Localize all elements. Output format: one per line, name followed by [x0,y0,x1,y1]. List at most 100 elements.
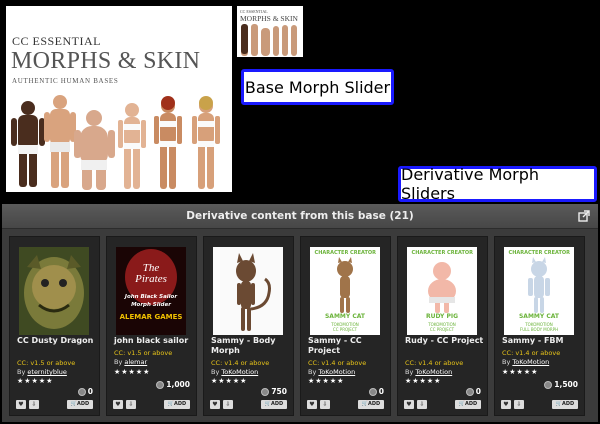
product-card[interactable]: The Pirates John Black Sailor Morph Slid… [106,236,197,416]
author-line: By ToKoMotion [405,368,452,376]
add-label: ADD [174,401,187,407]
human-bases-illustration [11,95,220,190]
product-title[interactable]: Sammy - FBM [502,336,582,346]
product-image[interactable]: CHARACTER CREATOR SAMMY CAT TOKOMOTION C… [310,247,380,335]
author-line: By eternityblue [17,368,67,376]
panel-title: Derivative content from this base (21) [186,210,414,222]
rating-stars: ★★★★★ [308,377,345,385]
panel-header: Derivative content from this base (21) [2,204,598,229]
price-value: 750 [271,387,287,396]
wishlist-heart-icon[interactable]: ♥ [113,400,123,409]
coin-icon [77,387,86,396]
author-link[interactable]: ToKoMotion [415,368,452,376]
product-cover-image[interactable]: CC ESSENTIAL MORPHS & SKIN AUTHENTIC HUM… [6,6,232,192]
compatibility-label: CC: v1.4 or above [211,359,270,367]
rating-stars: ★★★★★ [211,377,248,385]
art-name: RUDY PIG [425,313,459,320]
product-image[interactable]: CHARACTER CREATOR SAMMY CAT TOKOMOTION F… [504,247,574,335]
author-line: By ToKoMotion [211,368,258,376]
product-title[interactable]: Sammy - CC Project [308,336,388,356]
art-sub2: FULL BODY MORPH [519,327,559,332]
product-card[interactable]: Sammy - Body Morph CC: v1.4 or above By … [203,236,294,416]
coin-icon [465,387,474,396]
price: 1,000 [156,380,190,389]
compatibility-label: CC: v1.5 or above [114,349,173,357]
coin-icon [261,387,270,396]
product-title[interactable]: Rudy - CC Project [405,336,485,346]
card-actions: ♥ ⇩ 🛒ADD [113,400,190,409]
compatibility-label: CC: v1.4 or above [308,359,367,367]
wishlist-heart-icon[interactable]: ♥ [307,400,317,409]
product-title[interactable]: CC Dusty Dragon [17,336,97,346]
product-image[interactable] [213,247,283,335]
compatibility-label: CC: v1.4 or above [405,359,464,367]
author-link[interactable]: eternityblue [27,368,66,376]
price-value: 1,000 [166,380,190,389]
by-label: By [114,358,123,366]
coin-icon [544,380,553,389]
download-icon[interactable]: ⇩ [417,400,427,409]
add-to-cart-button[interactable]: 🛒ADD [164,400,190,409]
card-actions: ♥ ⇩ 🛒ADD [307,400,384,409]
art-brand: CHARACTER CREATOR [411,250,473,256]
card-actions: ♥ ⇩ 🛒ADD [501,400,578,409]
card-actions: ♥ ⇩ 🛒ADD [404,400,481,409]
download-icon[interactable]: ⇩ [514,400,524,409]
derivative-content-panel: Derivative content from this base (21) C… [2,204,598,422]
price-value: 1,500 [554,380,578,389]
product-image[interactable]: CHARACTER CREATOR RUDY PIG TOKOMOTION CC… [407,247,477,335]
add-to-cart-button[interactable]: 🛒ADD [552,400,578,409]
add-label: ADD [77,401,90,407]
price-value: 0 [87,387,93,396]
external-link-icon[interactable] [578,210,590,222]
cover-tagline: AUTHENTIC HUMAN BASES [12,77,119,85]
rating-stars: ★★★★★ [405,377,442,385]
add-to-cart-button[interactable]: 🛒ADD [67,400,93,409]
author-link[interactable]: ToKoMotion [512,358,549,366]
add-to-cart-button[interactable]: 🛒ADD [261,400,287,409]
add-to-cart-button[interactable]: 🛒ADD [358,400,384,409]
card-actions: ♥ ⇩ 🛒ADD [210,400,287,409]
by-label: By [211,368,220,376]
wishlist-heart-icon[interactable]: ♥ [501,400,511,409]
download-icon[interactable]: ⇩ [29,400,39,409]
author-line: By ToKoMotion [308,368,355,376]
product-card[interactable]: CHARACTER CREATOR SAMMY CAT TOKOMOTION C… [300,236,391,416]
product-card[interactable]: CHARACTER CREATOR RUDY PIG TOKOMOTION CC… [397,236,488,416]
author-link[interactable]: ToKoMotion [318,368,355,376]
add-to-cart-button[interactable]: 🛒ADD [455,400,481,409]
art-brand: CHARACTER CREATOR [508,250,570,256]
download-icon[interactable]: ⇩ [223,400,233,409]
wishlist-heart-icon[interactable]: ♥ [210,400,220,409]
product-card[interactable]: CC Dusty Dragon CC: v1.5 or above By ete… [9,236,100,416]
author-link[interactable]: ToKoMotion [221,368,258,376]
rating-stars: ★★★★★ [114,368,151,376]
by-label: By [502,358,511,366]
price-value: 0 [475,387,481,396]
price: 750 [261,387,287,396]
card-actions: ♥ ⇩ 🛒ADD [16,400,93,409]
wishlist-heart-icon[interactable]: ♥ [404,400,414,409]
rating-stars: ★★★★★ [502,368,539,376]
product-title[interactable]: Sammy - Body Morph [211,336,291,356]
price: 0 [465,387,481,396]
art-sub2: CC PROJECT [332,327,358,332]
by-label: By [308,368,317,376]
art-line-3: John Black Sailor [124,294,178,300]
art-name: SAMMY CAT [518,313,559,320]
by-label: By [405,368,414,376]
wishlist-heart-icon[interactable]: ♥ [16,400,26,409]
derivative-morph-sliders-callout: Derivative Morph Sliders [398,165,597,203]
product-image[interactable] [19,247,89,335]
product-title[interactable]: john black sailor [114,336,194,346]
coin-icon [156,380,165,389]
product-image[interactable]: The Pirates John Black Sailor Morph Slid… [116,247,186,335]
product-thumbnail[interactable]: CC ESSENTIAL MORPHS & SKIN [237,6,303,57]
rating-stars: ★★★★★ [17,377,54,385]
cover-subtitle: CC ESSENTIAL [12,34,102,48]
download-icon[interactable]: ⇩ [320,400,330,409]
download-icon[interactable]: ⇩ [126,400,136,409]
author-link[interactable]: alemar [124,358,147,366]
add-label: ADD [271,401,284,407]
product-card[interactable]: CHARACTER CREATOR SAMMY CAT TOKOMOTION F… [494,236,585,416]
